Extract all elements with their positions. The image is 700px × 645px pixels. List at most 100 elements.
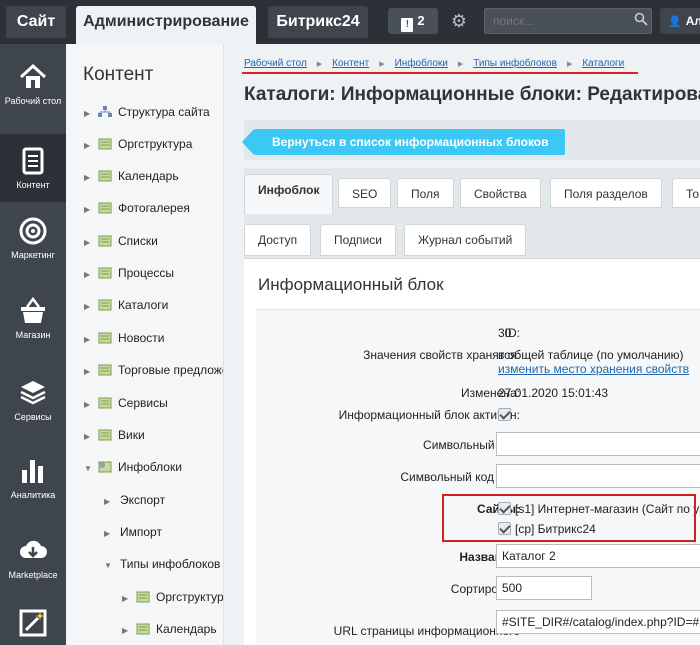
sidebar-item-services[interactable]: Сервисы (0, 378, 66, 442)
breadcrumb-link[interactable]: Типы инфоблоков (473, 58, 557, 69)
tree-item[interactable]: ▶ Вики (84, 425, 145, 445)
arrow-right-icon[interactable]: ▶ (84, 395, 94, 415)
arrow-right-icon[interactable]: ▶ (122, 621, 132, 641)
url-label: URL страницы информационного (333, 624, 520, 638)
name-input[interactable] (496, 544, 700, 568)
tree-item[interactable]: ▶ Оргструктура (122, 587, 223, 609)
cloud-download-icon (20, 540, 47, 558)
tree-item[interactable]: ▶ Фотогалерея (84, 198, 190, 218)
tree-item[interactable]: ▼ Инфоблоки (84, 457, 182, 477)
folder-icon (98, 429, 112, 441)
tab-section-fields[interactable]: Поля разделов (550, 178, 662, 208)
arrow-right-icon[interactable]: ▶ (84, 200, 94, 220)
user-icon: 👤 (668, 16, 682, 28)
notifications-button[interactable]: ! 2 (388, 8, 438, 34)
arrow-right-icon[interactable]: ▶ (84, 168, 94, 188)
sites-highlight (442, 494, 696, 542)
sidebar-item-analytics[interactable]: Аналитика (0, 456, 66, 520)
tree-item[interactable]: ▶ Оргструктура (84, 134, 192, 154)
api-code-input[interactable] (496, 464, 700, 488)
sort-input[interactable] (496, 576, 592, 600)
form-title: Информационный блок (258, 275, 444, 294)
breadcrumb-link[interactable]: Каталоги (582, 58, 624, 69)
sidebar-item-label: Сервисы (14, 412, 52, 422)
arrow-right-icon[interactable]: ▶ (104, 492, 114, 512)
folder-icon (98, 235, 112, 247)
tree-item[interactable]: ▶Торговые предложения (84, 360, 223, 382)
user-menu[interactable]: 👤 Ал (660, 8, 700, 34)
search-icon[interactable] (634, 12, 648, 30)
gear-folder-icon (98, 461, 112, 473)
folder-icon (98, 267, 112, 279)
page-title: Каталоги: Информационные блоки: Редактир… (244, 84, 700, 105)
sidebar-item-desktop[interactable]: Рабочий стол (0, 60, 66, 130)
search-input[interactable] (484, 8, 652, 34)
arrow-right-icon[interactable]: ▶ (84, 136, 94, 156)
magic-wand-icon (19, 609, 47, 637)
sidebar-item-label: Рабочий стол (4, 96, 62, 106)
sidebar-item-marketing[interactable]: Маркетинг (0, 216, 66, 280)
tree-item[interactable]: ▼ Типы инфоблоков (104, 554, 220, 574)
back-to-list-button[interactable]: Вернуться в список информационных блоков (242, 129, 565, 155)
tree-item[interactable]: ▶ Импорт (104, 522, 162, 542)
sidebar-item-marketplace[interactable]: Marketplace (0, 536, 66, 600)
change-storage-link[interactable]: изменить место хранения свойств (498, 362, 689, 376)
tree-item[interactable]: ▶ Процессы (84, 263, 174, 283)
chevron-right-icon: ▶ (566, 61, 573, 68)
tab-properties[interactable]: Свойства (460, 178, 541, 208)
sidebar-item-shop[interactable]: Магазин (0, 296, 66, 360)
tree-item[interactable]: ▶ Списки (84, 231, 158, 251)
breadcrumb-link[interactable]: Контент (332, 58, 369, 69)
arrow-right-icon[interactable]: ▶ (104, 524, 114, 544)
sidebar-item-wizard[interactable] (0, 608, 66, 642)
sidebar-item-content[interactable]: Контент (0, 134, 66, 202)
tree-item[interactable]: ▶ Экспорт (104, 490, 165, 510)
sidebar-item-label: Магазин (15, 330, 51, 340)
tab-seo[interactable]: SEO (338, 178, 392, 208)
structure-icon (98, 106, 112, 117)
top-bar: Сайт Администрирование Битрикс24 !2 ⚙ 👤А… (0, 0, 700, 44)
gear-icon[interactable]: ⚙ (446, 8, 472, 34)
tab-captions[interactable]: Подписи (320, 224, 396, 256)
content-tree: Контент ▶ Структура сайта ▶ Оргструктура ▶… (66, 44, 224, 645)
url-input[interactable] (496, 610, 700, 634)
bar-chart-icon (22, 460, 43, 483)
tab-event-log[interactable]: Журнал событий (404, 224, 527, 256)
arrow-right-icon[interactable]: ▶ (84, 330, 94, 350)
tree-item[interactable]: ▶ Сервисы (84, 393, 168, 413)
arrow-down-icon[interactable]: ▼ (104, 556, 114, 576)
tabs-panel: Инфоблок SEO Поля Свойства Поля разделов… (244, 168, 700, 262)
active-checkbox[interactable] (498, 408, 515, 422)
tab-fields[interactable]: Поля (397, 178, 454, 208)
arrow-down-icon[interactable]: ▼ (84, 459, 94, 479)
modified-value: 27.01.2020 15:01:43 (498, 386, 609, 400)
breadcrumb-link[interactable]: Рабочий стол (244, 58, 307, 69)
checkbox-checked-icon[interactable] (498, 408, 511, 421)
tab-administration[interactable]: Администрирование (76, 6, 256, 44)
arrow-right-icon[interactable]: ▶ (122, 589, 132, 609)
tree-title: Контент (83, 64, 154, 85)
code-input[interactable] (496, 432, 700, 456)
tab-more[interactable]: То (672, 178, 700, 208)
main-sidebar: Рабочий стол Контент Маркетинг Магазин С… (0, 44, 66, 645)
tree-item[interactable]: ▶ Календарь (122, 619, 217, 639)
tab-bitrix24[interactable]: Битрикс24 (268, 6, 368, 38)
tree-item[interactable]: ▶ Календарь (84, 166, 179, 186)
chevron-right-icon: ▶ (379, 61, 385, 68)
arrow-right-icon[interactable]: ▶ (84, 427, 94, 447)
tab-site[interactable]: Сайт (6, 6, 66, 38)
arrow-right-icon[interactable]: ▶ (84, 265, 94, 285)
tree-item[interactable]: ▶ Каталоги (84, 295, 168, 315)
arrow-right-icon[interactable]: ▶ (84, 362, 94, 382)
arrow-right-icon[interactable]: ▶ (84, 233, 94, 253)
tab-infoblock[interactable]: Инфоблок (244, 174, 334, 214)
arrow-right-icon[interactable]: ▶ (84, 297, 94, 317)
chevron-right-icon: ▶ (316, 61, 323, 68)
arrow-right-icon[interactable]: ▶ (84, 104, 94, 124)
sidebar-item-label: Контент (16, 180, 50, 190)
tree-item[interactable]: ▶ Структура сайта (84, 102, 210, 122)
tab-access[interactable]: Доступ (244, 224, 312, 256)
id-value: 30 (498, 326, 512, 340)
breadcrumb-link[interactable]: Инфоблоки (395, 58, 448, 69)
tree-item[interactable]: ▶ Новости (84, 328, 164, 348)
